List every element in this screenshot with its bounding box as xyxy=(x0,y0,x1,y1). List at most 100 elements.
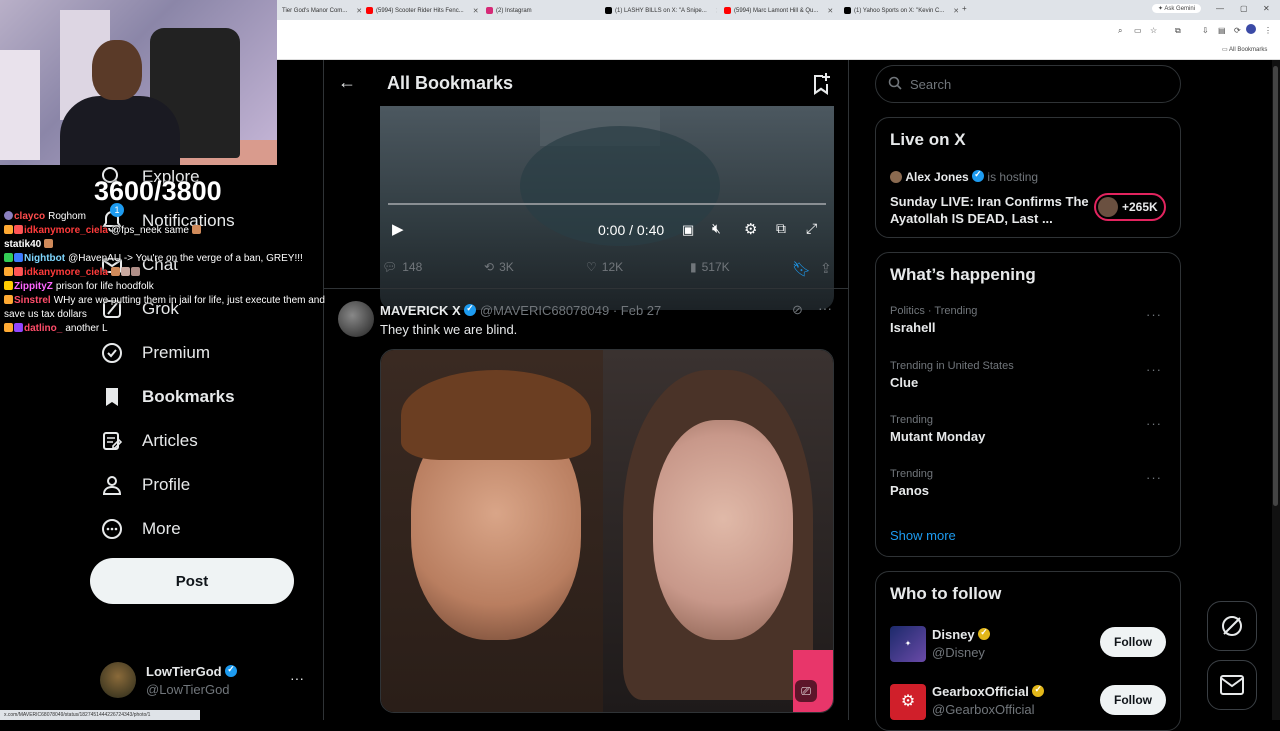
views-icon: ▮ xyxy=(690,260,697,274)
downloads-icon[interactable]: ⇩ xyxy=(1202,26,1209,35)
close-icon[interactable]: ✕ xyxy=(473,7,479,15)
post-button[interactable]: Post xyxy=(90,558,294,604)
search-input[interactable]: Search xyxy=(875,65,1181,103)
star-icon[interactable]: ☆ xyxy=(1150,26,1157,35)
account-switcher[interactable]: LowTierGod @LowTierGod ··· xyxy=(100,660,310,704)
trend-item[interactable]: Trending Mutant Monday ··· xyxy=(890,414,1170,444)
nav-label: Premium xyxy=(142,343,211,362)
all-bookmarks-folder[interactable]: ▭ All Bookmarks xyxy=(1222,46,1267,53)
grok-icon xyxy=(1222,616,1242,636)
more-options-icon[interactable]: ··· xyxy=(1146,416,1162,431)
trend-item[interactable]: Trending in United States Clue ··· xyxy=(890,360,1170,390)
live-listeners-button[interactable]: +265K xyxy=(1094,193,1166,221)
views-button[interactable]: ▮ 517K xyxy=(690,260,730,274)
zoom-icon[interactable]: ⌕ xyxy=(1118,26,1122,36)
nav-profile[interactable]: Profile xyxy=(100,470,190,500)
emote-icon xyxy=(120,267,130,276)
follow-button[interactable]: Follow xyxy=(1100,627,1166,657)
nav-articles[interactable]: Articles xyxy=(100,426,198,456)
tweet-text: They think we are blind. xyxy=(380,322,518,337)
close-icon[interactable]: ✕ xyxy=(953,7,958,15)
sync-icon[interactable]: ⟳ xyxy=(1234,26,1241,35)
close-icon[interactable]: ✕ xyxy=(827,7,833,15)
author-handle[interactable]: @MAVERIC68078049 xyxy=(480,303,609,318)
close-icon[interactable]: ✕ xyxy=(356,7,362,15)
more-options-icon[interactable]: ··· xyxy=(290,670,304,686)
chat-message: Nightbot @HavenAU -> You're on the verge … xyxy=(4,252,364,266)
nav-bookmarks[interactable]: Bookmarks xyxy=(100,382,235,412)
trend-item[interactable]: Trending Panos ··· xyxy=(890,468,1170,498)
back-arrow-icon[interactable]: ← xyxy=(338,72,356,93)
reply-button[interactable]: 💬︎ 148 xyxy=(382,260,422,274)
close-icon[interactable]: ✕ xyxy=(716,7,717,15)
new-tab-icon[interactable]: + xyxy=(962,4,967,13)
like-button[interactable]: ♡ 12K xyxy=(586,260,623,274)
tweet[interactable]: MAVERICK X @MAVERIC68078049 · Feb 27 ⊘ ·… xyxy=(324,288,848,720)
webcam-background-shelf xyxy=(0,50,40,160)
show-more-link[interactable]: Show more xyxy=(890,528,956,543)
follow-button[interactable]: Follow xyxy=(1100,685,1166,715)
browser-tab[interactable]: (2) Instagram xyxy=(486,3,599,18)
mute-icon[interactable]: 🔇︎ xyxy=(712,220,721,237)
live-headline[interactable]: Sunday LIVE: Iran Confirms The Ayatollah… xyxy=(890,193,1090,227)
captions-icon[interactable]: ▣ xyxy=(682,222,694,238)
minimize-icon[interactable]: — xyxy=(1216,4,1224,13)
fullscreen-icon[interactable]: ⤢ xyxy=(806,220,817,237)
repost-button[interactable]: ⟲ 3K xyxy=(484,260,514,274)
more-options-icon[interactable]: ··· xyxy=(1146,470,1162,485)
play-icon[interactable]: ▶ xyxy=(392,220,404,238)
messages-float-button[interactable] xyxy=(1207,660,1257,710)
chat-text: @fps_neek same xyxy=(110,225,189,236)
add-bookmark-folder-icon[interactable] xyxy=(810,72,832,101)
grok-icon[interactable]: ⊘ xyxy=(792,302,803,318)
panel-title: Who to follow xyxy=(890,584,1002,603)
chat-text: save us tax dollars xyxy=(4,309,87,320)
more-options-icon[interactable]: ··· xyxy=(1146,362,1162,377)
cast-icon[interactable]: ▭ xyxy=(1134,26,1142,35)
sidebar-icon[interactable]: ▤ xyxy=(1218,26,1226,35)
video-progress-bar[interactable] xyxy=(388,203,826,205)
more-options-icon[interactable]: ··· xyxy=(818,300,832,316)
follow-account-name-row[interactable]: GearboxOfficial xyxy=(932,684,1045,699)
maximize-icon[interactable]: ▢ xyxy=(1240,4,1248,13)
avatar[interactable] xyxy=(1246,24,1256,34)
follow-account-name-row[interactable]: Disney xyxy=(932,627,991,642)
ask-gemini-button[interactable]: ✦ Ask Gemini xyxy=(1152,4,1202,13)
picture-in-picture-icon[interactable]: ⧉ xyxy=(776,220,786,237)
avatar xyxy=(1098,197,1118,217)
menu-icon[interactable]: ⋮ xyxy=(1264,26,1272,35)
disney-avatar[interactable]: ✦ xyxy=(890,626,926,662)
nav-more[interactable]: More xyxy=(100,514,181,544)
bookmark-button[interactable]: 🔖︎ xyxy=(792,260,811,278)
live-host-row[interactable]: Alex Jones is hosting xyxy=(890,169,1038,184)
browser-tab[interactable]: (1) LASHY BILLS on X: "A Snipe... ✕ xyxy=(605,3,717,18)
view-count: 517K xyxy=(701,260,730,274)
more-options-icon[interactable]: ··· xyxy=(1146,307,1162,322)
nav-premium[interactable]: Premium xyxy=(100,338,210,368)
bookmarks-timeline: ← All Bookmarks ▶ 0:00 / 0:40 ▣ 🔇︎ ⚙ ⧉ ⤢… xyxy=(323,60,849,720)
grok-float-button[interactable] xyxy=(1207,601,1257,651)
extensions-icon[interactable]: ⧉ xyxy=(1175,26,1181,36)
x-icon xyxy=(605,7,612,14)
chat-badge-icon xyxy=(14,253,23,262)
trend-item[interactable]: Politics · Trending Israhell ··· xyxy=(890,305,1170,335)
share-button[interactable]: ⇪ xyxy=(820,260,832,277)
tweet-actions: 💬︎ 148 ⟲ 3K ♡ 12K ▮ 517K 🔖︎ ⇪ xyxy=(380,260,840,280)
account-handle: @LowTierGod xyxy=(146,682,230,697)
scrollbar-thumb[interactable] xyxy=(1273,66,1278,506)
tweet-date[interactable]: · Feb 27 xyxy=(613,303,661,318)
settings-icon[interactable]: ⚙ xyxy=(744,220,757,238)
status-bar-url: x.com/MAVERIC68078049/status/18274514442… xyxy=(0,710,200,720)
browser-tab[interactable]: (5994) Scooter Rider Hits Fenc... ✕ xyxy=(366,3,481,18)
browser-tab[interactable]: (1) Yahoo Sports on X: "Kevin C... ✕ xyxy=(844,3,958,18)
image-edit-icon[interactable]: ⎚ xyxy=(795,680,817,702)
gearbox-avatar[interactable]: ⚙ xyxy=(890,684,926,720)
reply-count: 148 xyxy=(402,260,423,274)
mail-icon xyxy=(1220,675,1244,695)
browser-tab[interactable]: (5994) Marc Lamont Hill & Qu... ✕ xyxy=(724,3,837,18)
close-window-icon[interactable]: ✕ xyxy=(1263,4,1270,13)
browser-tab[interactable]: Tier God's Manor Com... ✕ xyxy=(282,3,362,18)
tweet-image[interactable]: ⎚ xyxy=(380,349,834,713)
author-name[interactable]: MAVERICK X xyxy=(380,303,461,318)
live-host-name: Alex Jones xyxy=(905,170,969,184)
